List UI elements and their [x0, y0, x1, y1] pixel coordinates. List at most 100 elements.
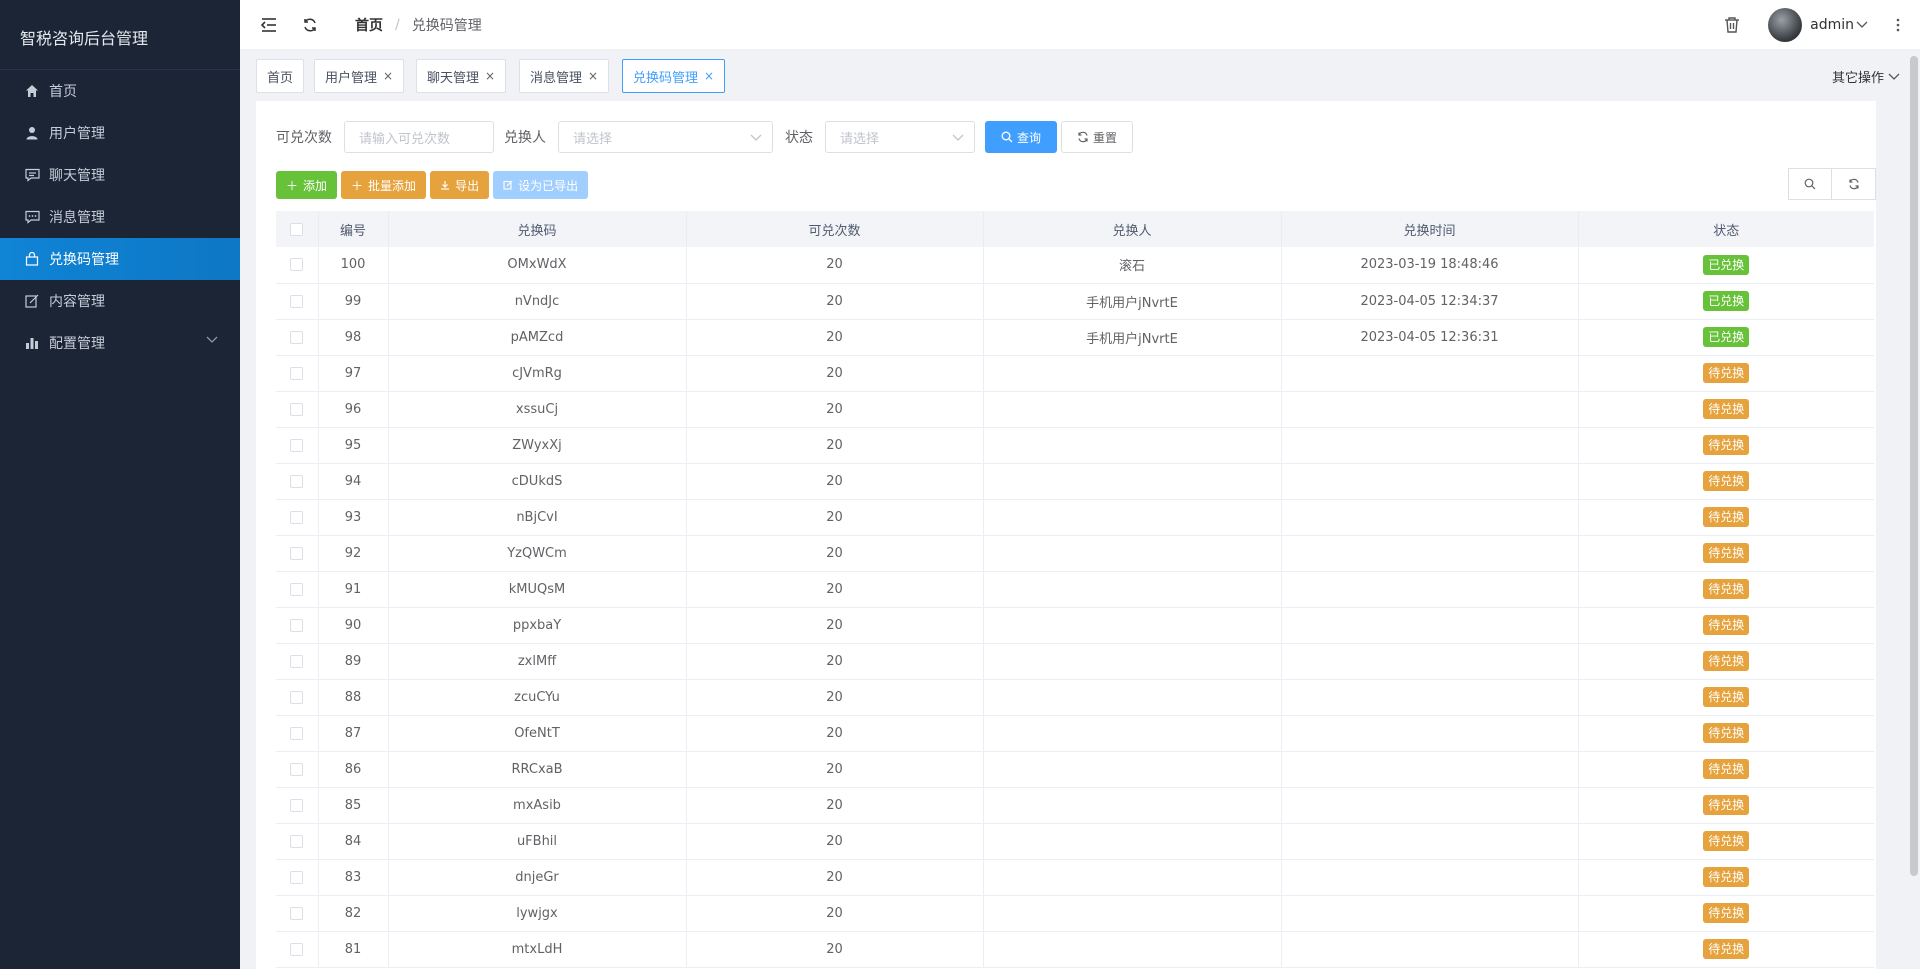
- refresh-icon[interactable]: [300, 15, 320, 35]
- refresh-table-button[interactable]: [1832, 168, 1876, 200]
- close-icon[interactable]: ×: [704, 69, 714, 83]
- close-icon[interactable]: ×: [588, 69, 598, 83]
- trash-icon[interactable]: [1724, 16, 1740, 34]
- sidebar-item[interactable]: 首页: [0, 70, 240, 112]
- row-checkbox[interactable]: [290, 798, 304, 812]
- row-checkbox[interactable]: [290, 366, 304, 380]
- table-row[interactable]: 89 zxlMff 20 待兑换: [276, 643, 1874, 680]
- reset-button[interactable]: 重置: [1061, 121, 1133, 153]
- times-cell: 20: [686, 283, 984, 320]
- row-checkbox[interactable]: [290, 906, 304, 920]
- add-button[interactable]: ＋ 添加: [276, 171, 338, 199]
- search-icon: [1001, 131, 1013, 143]
- user-icon: [24, 125, 40, 141]
- status-badge: 已兑换: [1703, 327, 1750, 347]
- table-row[interactable]: 95 ZWyxXj 20 待兑换: [276, 427, 1874, 464]
- row-checkbox[interactable]: [290, 294, 304, 308]
- column-header[interactable]: 可兑次数: [686, 211, 984, 247]
- row-checkbox[interactable]: [290, 438, 304, 452]
- user-menu[interactable]: admin: [1810, 17, 1868, 33]
- status-cell: 待兑换: [1578, 607, 1874, 644]
- more-vertical-icon[interactable]: [1896, 18, 1900, 32]
- column-header[interactable]: 编号: [318, 211, 389, 247]
- sidebar-item[interactable]: 用户管理: [0, 112, 240, 154]
- table-row[interactable]: 92 YzQWCm 20 待兑换: [276, 535, 1874, 572]
- table-row[interactable]: 82 lywjgx 20 待兑换: [276, 895, 1874, 932]
- table-row[interactable]: 88 zcuCYu 20 待兑换: [276, 679, 1874, 716]
- table-row[interactable]: 100 OMxWdX 20 滚石 2023-03-19 18:48:46 已兑换: [276, 247, 1874, 284]
- table-row[interactable]: 90 ppxbaY 20 待兑换: [276, 607, 1874, 644]
- column-header[interactable]: 兑换时间: [1281, 211, 1579, 247]
- column-header[interactable]: 兑换码: [388, 211, 687, 247]
- export-button[interactable]: 导出: [430, 171, 490, 199]
- row-checkbox[interactable]: [290, 726, 304, 740]
- sidebar-item[interactable]: 配置管理: [0, 322, 240, 364]
- query-button[interactable]: 查询: [985, 121, 1057, 153]
- row-checkbox[interactable]: [290, 942, 304, 956]
- person-select[interactable]: 请选择: [558, 121, 773, 153]
- time-cell: 2023-04-05 12:34:37: [1281, 283, 1579, 320]
- table-row[interactable]: 96 xssuCj 20 待兑换: [276, 391, 1874, 428]
- tab[interactable]: 首页: [256, 59, 305, 93]
- status-cell: 待兑换: [1578, 787, 1874, 824]
- sidebar-item[interactable]: 消息管理: [0, 196, 240, 238]
- row-checkbox[interactable]: [290, 618, 304, 632]
- sidebar-item[interactable]: 内容管理: [0, 280, 240, 322]
- row-checkbox[interactable]: [290, 546, 304, 560]
- avatar[interactable]: [1768, 8, 1803, 42]
- tab[interactable]: 兑换码管理 ×: [622, 59, 726, 93]
- row-checkbox[interactable]: [290, 258, 304, 272]
- row-checkbox[interactable]: [290, 402, 304, 416]
- row-select-cell: [276, 859, 319, 896]
- query-label: 查询: [1016, 130, 1041, 145]
- table-row[interactable]: 97 cJVmRg 20 待兑换: [276, 355, 1874, 392]
- table-row[interactable]: 99 nVndJc 20 手机用户jNvrtE 2023-04-05 12:34:37 已…: [276, 283, 1874, 320]
- mark-exported-button[interactable]: 设为已导出: [493, 171, 589, 199]
- other-ops-dropdown[interactable]: 其它操作: [1832, 67, 1900, 86]
- times-cell: 20: [686, 823, 984, 860]
- status-select[interactable]: 请选择: [825, 121, 975, 153]
- code-cell: kMUQsM: [388, 571, 687, 608]
- row-checkbox[interactable]: [290, 510, 304, 524]
- status-badge: 待兑换: [1703, 615, 1750, 635]
- batch-add-button[interactable]: ＋ 批量添加: [341, 171, 427, 199]
- times-input[interactable]: 请输入可兑次数: [344, 121, 494, 153]
- sidebar-item[interactable]: 兑换码管理: [0, 238, 240, 280]
- close-icon[interactable]: ×: [485, 69, 495, 83]
- row-checkbox[interactable]: [290, 870, 304, 884]
- table-row[interactable]: 94 cDUkdS 20 待兑换: [276, 463, 1874, 500]
- row-checkbox[interactable]: [290, 834, 304, 848]
- table-row[interactable]: 83 dnjeGr 20 待兑换: [276, 859, 1874, 896]
- status-badge: 待兑换: [1703, 543, 1750, 563]
- table-row[interactable]: 86 RRCxaB 20 待兑换: [276, 751, 1874, 788]
- tab[interactable]: 用户管理 ×: [314, 59, 405, 93]
- table-row[interactable]: 85 mxAsib 20 待兑换: [276, 787, 1874, 824]
- column-header[interactable]: 状态: [1578, 211, 1874, 247]
- row-checkbox[interactable]: [290, 690, 304, 704]
- table-row[interactable]: 87 OfeNtT 20 待兑换: [276, 715, 1874, 752]
- tab[interactable]: 聊天管理 ×: [416, 59, 507, 93]
- sidebar-item[interactable]: 聊天管理: [0, 154, 240, 196]
- code-cell: zxlMff: [388, 643, 687, 680]
- row-checkbox[interactable]: [290, 762, 304, 776]
- status-badge: 待兑换: [1703, 651, 1750, 671]
- row-checkbox[interactable]: [290, 654, 304, 668]
- row-checkbox[interactable]: [290, 330, 304, 344]
- row-checkbox[interactable]: [290, 582, 304, 596]
- breadcrumb-home[interactable]: 首页: [355, 15, 383, 35]
- table-row[interactable]: 98 pAMZcd 20 手机用户jNvrtE 2023-04-05 12:36:31 已…: [276, 319, 1874, 356]
- table-row[interactable]: 81 mtxLdH 20 待兑换: [276, 931, 1874, 968]
- select-all-checkbox[interactable]: [290, 222, 304, 236]
- close-icon[interactable]: ×: [383, 69, 393, 83]
- page-scrollbar[interactable]: [1910, 56, 1918, 876]
- id-cell: 93: [318, 499, 389, 536]
- times-cell: 20: [686, 931, 984, 968]
- tab[interactable]: 消息管理 ×: [519, 59, 610, 93]
- table-row[interactable]: 91 kMUQsM 20 待兑换: [276, 571, 1874, 608]
- column-header[interactable]: 兑换人: [983, 211, 1282, 247]
- table-row[interactable]: 84 uFBhil 20 待兑换: [276, 823, 1874, 860]
- row-checkbox[interactable]: [290, 474, 304, 488]
- menu-collapse-icon[interactable]: [260, 15, 280, 35]
- toggle-search-button[interactable]: [1788, 168, 1832, 200]
- table-row[interactable]: 93 nBjCvI 20 待兑换: [276, 499, 1874, 536]
